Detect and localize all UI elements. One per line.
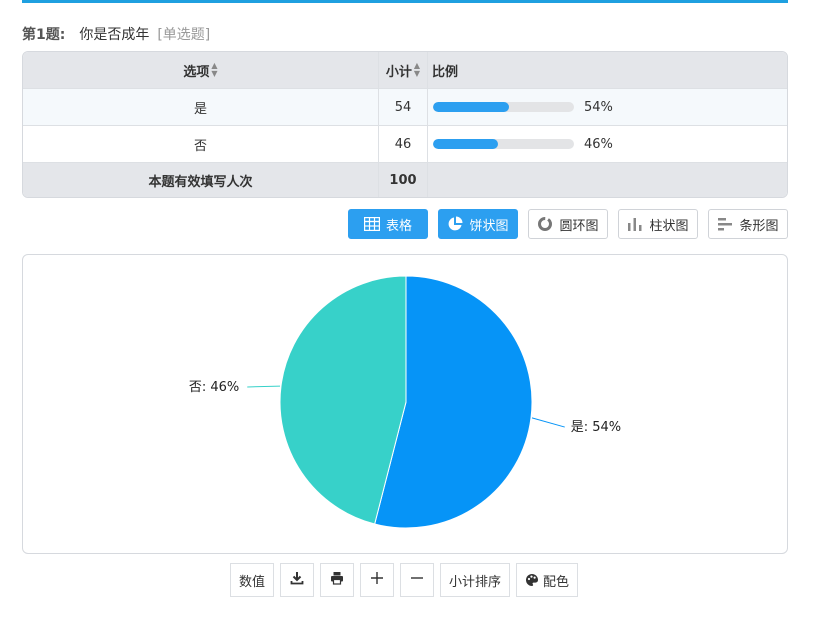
view-switcher: 表格 饼状图 圆环图 柱状图 条形图 [0,209,815,239]
horizontal-bar-view-button[interactable]: 条形图 [708,209,788,239]
question-title: 第1题: 你是否成年 [单选题] [22,24,210,44]
ratio-percent: 46% [584,136,613,152]
pie-label-line [531,417,565,428]
pie-chart-icon [447,216,463,232]
pie-chart: 是: 54% 否: 46% [189,275,621,529]
table-view-button[interactable]: 表格 [348,209,428,239]
table-footer: 本题有效填写人次 100 [23,163,787,197]
chart-panel: 是: 54% 否: 46% [22,254,788,554]
values-button[interactable]: 数值 [230,563,274,597]
print-button[interactable] [320,563,354,597]
print-icon [330,571,344,589]
zoom-in-button[interactable] [360,563,394,597]
question-number: 第1题: [22,27,66,43]
table-header: 选项 ▲ ▼ 小计 ▲ ▼ 比例 [23,52,787,89]
minus-icon [410,571,424,589]
pie-label: 是: 54% [571,420,621,435]
ratio-bar-track [433,102,574,112]
horizontal-bar-chart-icon [717,216,733,232]
sort-icon[interactable]: ▲ ▼ [211,62,217,78]
sort-by-count-button[interactable]: 小计排序 [440,563,510,597]
chart-toolbar: 数值 小计排序 配色 [0,563,815,597]
footer-label: 本题有效填写人次 [23,163,379,197]
bar-chart-icon [627,216,643,232]
download-icon [290,571,304,589]
table-row: 是 54 54% [23,89,787,126]
pie-label-line [247,385,281,388]
row-option: 否 [23,126,379,162]
top-rule [22,0,788,3]
zoom-out-button[interactable] [400,563,434,597]
donut-view-button[interactable]: 圆环图 [528,209,608,239]
row-option: 是 [23,89,379,125]
color-scheme-button[interactable]: 配色 [516,563,578,597]
ratio-percent: 54% [584,99,613,115]
palette-icon [525,573,539,587]
header-option[interactable]: 选项 ▲ ▼ [23,52,379,88]
table-icon [363,217,380,231]
sort-icon[interactable]: ▲ ▼ [414,62,420,78]
results-table: 选项 ▲ ▼ 小计 ▲ ▼ 比例 是 54 54% 否 46 46% 本题有效填… [22,51,788,198]
header-ratio: 比例 [432,64,459,80]
bar-view-button[interactable]: 柱状图 [618,209,698,239]
download-button[interactable] [280,563,314,597]
pie-label: 否: 46% [189,380,239,395]
pie-view-button[interactable]: 饼状图 [438,209,518,239]
ratio-bar-fill [433,139,498,149]
row-count: 54 [379,89,428,125]
table-row: 否 46 46% [23,126,787,163]
ratio-bar-fill [433,102,510,112]
row-count: 46 [379,126,428,162]
question-type: [单选题] [157,27,211,43]
donut-chart-icon [537,216,553,232]
ratio-bar-track [433,139,574,149]
footer-total: 100 [379,163,428,197]
header-count[interactable]: 小计 ▲ ▼ [379,52,428,88]
question-text: 你是否成年 [79,27,150,43]
row-ratio: 46% [428,126,787,162]
row-ratio: 54% [428,89,787,125]
plus-icon [370,571,384,589]
